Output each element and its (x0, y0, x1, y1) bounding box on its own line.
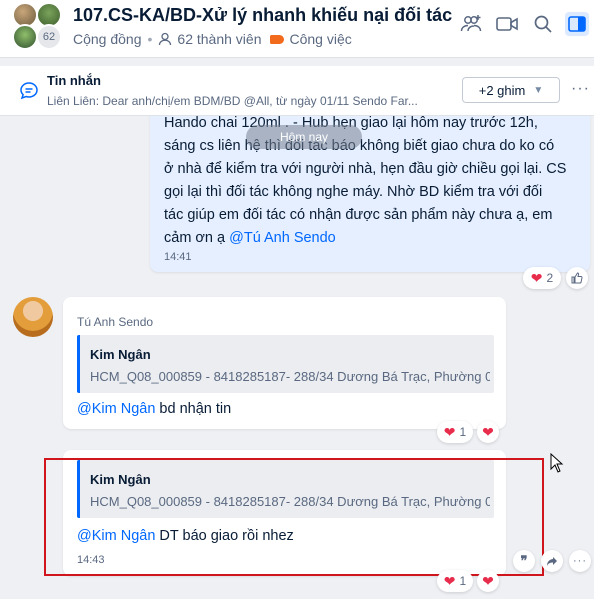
chat-header: 62 107.CS-KA/BD-Xử lý nhanh khiếu nại đố… (0, 0, 594, 58)
pins-label: +2 ghim (478, 82, 526, 98)
date-divider: Hôm nay (246, 125, 362, 149)
reaction-count: 1 (459, 574, 467, 588)
heart-icon: ❤ (530, 269, 543, 286)
react-heart-button[interactable]: ❤ (477, 570, 499, 592)
search-icon[interactable] (531, 12, 555, 36)
message-body: bd nhận tin (155, 401, 232, 417)
sender-name[interactable]: Tú Anh Sendo (77, 315, 153, 329)
reaction-count: 2 (546, 271, 554, 285)
message-time: 14:41 (164, 251, 192, 263)
chevron-down-icon: ▼ (533, 84, 544, 96)
members-link[interactable]: 62 thành viên (177, 31, 261, 47)
heart-icon: ❤ (443, 423, 456, 440)
reaction-badge[interactable]: ❤ 1 (437, 421, 473, 443)
members-icon (158, 32, 172, 46)
group-title[interactable]: 107.CS-KA/BD-Xử lý nhanh khiếu nại đối t… (73, 5, 452, 26)
message-icon (19, 81, 39, 106)
own-message-bubble[interactable]: Hando chai 120ml . - Hub hẹn giao lại hô… (150, 100, 590, 272)
quote-text: HCM_Q08_000859 - 8418285187- 288/34 Dươn… (90, 369, 490, 384)
message-text: Hando chai 120ml . - Hub hẹn giao lại hô… (164, 112, 584, 250)
heart-icon: ❤ (482, 423, 494, 440)
more-options-icon[interactable]: ··· (571, 80, 590, 98)
pins-dropdown-button[interactable]: +2 ghim ▼ (462, 77, 560, 103)
message-line: gọi lại thì đối tác không nghe máy. Nhờ … (164, 184, 543, 200)
member-count-avatar: 62 (36, 24, 62, 50)
group-category: Cộng đồng (73, 31, 142, 47)
forward-icon[interactable] (541, 550, 563, 572)
highlight-annotation-box (44, 458, 544, 576)
message-line: ở nhà để kiểm tra với người nhà, hẹn đầu… (164, 161, 567, 177)
heart-icon: ❤ (443, 572, 456, 589)
more-actions-icon[interactable]: ··· (569, 550, 591, 572)
separator-dot: • (147, 31, 153, 47)
group-avatar[interactable]: 62 (12, 2, 64, 50)
react-heart-button[interactable]: ❤ (477, 421, 499, 443)
tag-icon (269, 34, 284, 44)
mention-link[interactable]: @Tú Anh Sendo (229, 230, 336, 246)
message-line: tác giúp em đối tác có nhận được sản phẩ… (164, 207, 553, 223)
quote-reply-icon[interactable]: ❞ (513, 550, 535, 572)
quote-author: Kim Ngân (90, 347, 151, 362)
like-icon[interactable] (566, 267, 588, 289)
add-member-icon[interactable] (459, 12, 483, 36)
reaction-badge[interactable]: ❤ 1 (437, 570, 473, 592)
reaction-badge[interactable]: ❤ 2 (523, 267, 561, 289)
reaction-count: 1 (459, 425, 467, 439)
member-avatar (12, 24, 38, 50)
sidebar-toggle-icon[interactable] (565, 12, 589, 36)
message-text: @Kim Ngân bd nhận tin (77, 401, 231, 417)
video-call-icon[interactable] (495, 12, 519, 36)
reply-message-bubble[interactable]: Tú Anh Sendo Kim Ngân HCM_Q08_000859 - 8… (63, 297, 506, 429)
quoted-message[interactable]: Kim Ngân HCM_Q08_000859 - 8418285187- 28… (77, 335, 494, 393)
heart-icon: ❤ (482, 572, 494, 589)
sender-avatar[interactable] (13, 297, 53, 337)
pinned-message-bar-overlay: Tin nhắn Liên Liên: Dear anh/chị/em BDM/… (0, 66, 594, 116)
pinned-text: Liên Liên: Dear anh/chị/em BDM/BD @All, … (47, 94, 418, 108)
message-line: cảm ơn ạ @Tú Anh Sendo (164, 227, 584, 250)
mouse-cursor-icon (550, 452, 564, 478)
message-line-prefix: cảm ơn ạ (164, 230, 230, 246)
pinned-title: Tin nhắn (47, 73, 101, 88)
message-line: sáng cs liên hệ thì đối tác báo không bi… (164, 138, 555, 154)
group-tag[interactable]: Công việc (290, 31, 352, 47)
mention-link[interactable]: @Kim Ngân (77, 401, 155, 417)
group-subline: Cộng đồng • 62 thành viên Công việc (73, 31, 352, 47)
